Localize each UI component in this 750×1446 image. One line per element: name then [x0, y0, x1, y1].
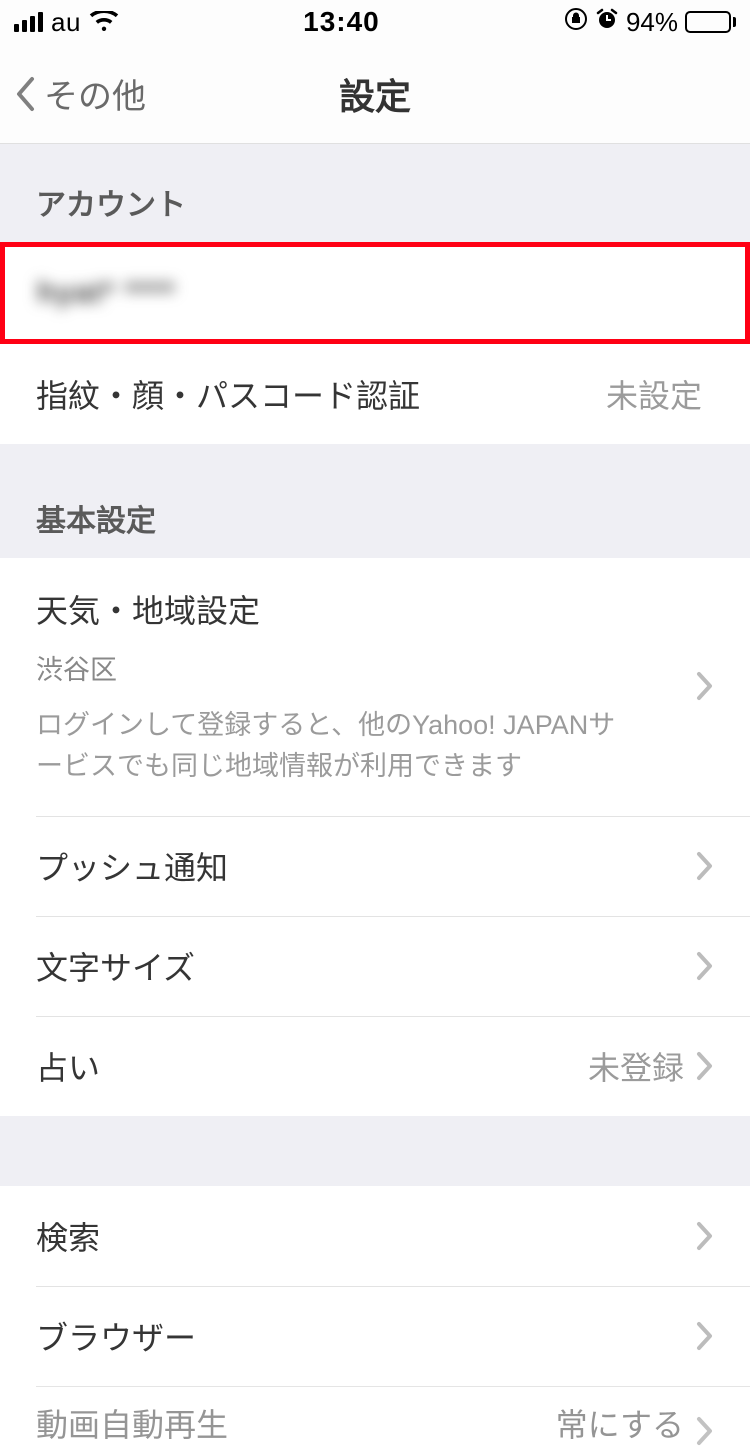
account-id-highlight: hyat* **** — [0, 242, 750, 344]
status-time: 13:40 — [303, 6, 380, 38]
battery-percent: 94% — [626, 7, 678, 38]
video-autoplay-value: 常にする — [556, 1400, 684, 1446]
battery-icon — [685, 11, 736, 33]
biometric-auth-row[interactable]: 指紋・顔・パスコード認証 未設定 — [0, 344, 750, 444]
back-button[interactable]: その他 — [0, 69, 146, 118]
chevron-right-icon — [696, 1416, 714, 1446]
weather-region-row[interactable]: 天気・地域設定 渋谷区 ログインして登録すると、他のYahoo! JAPANサー… — [0, 558, 750, 816]
chevron-right-icon — [696, 1221, 714, 1251]
carrier-label: au — [51, 7, 81, 38]
nav-header: その他 設定 — [0, 44, 750, 144]
fortune-label: 占い — [36, 1043, 588, 1089]
push-notification-label: プッシュ通知 — [36, 843, 696, 889]
signal-icon — [14, 12, 43, 32]
wifi-icon — [89, 11, 119, 33]
chevron-right-icon — [696, 671, 714, 701]
weather-region-label: 天気・地域設定 — [36, 586, 696, 632]
status-left: au — [14, 7, 119, 38]
account-id-value: hyat* **** — [37, 276, 175, 310]
weather-region-value: 渋谷区 — [36, 648, 696, 687]
chevron-right-icon — [696, 1051, 714, 1081]
section-header-basic: 基本設定 — [0, 444, 750, 558]
section-header-account: アカウント — [0, 144, 750, 242]
fortune-value: 未登録 — [588, 1043, 684, 1089]
font-size-label: 文字サイズ — [36, 943, 696, 989]
chevron-right-icon — [696, 851, 714, 881]
back-label: その他 — [44, 69, 146, 118]
orientation-lock-icon — [564, 7, 588, 38]
search-label: 検索 — [36, 1213, 696, 1259]
video-autoplay-row[interactable]: 動画自動再生 常にする — [0, 1386, 750, 1446]
search-row[interactable]: 検索 — [0, 1186, 750, 1286]
browser-label: ブラウザー — [36, 1313, 696, 1359]
biometric-auth-label: 指紋・顔・パスコード認証 — [36, 371, 606, 417]
chevron-right-icon — [696, 1321, 714, 1351]
push-notification-row[interactable]: プッシュ通知 — [0, 816, 750, 916]
chevron-right-icon — [696, 951, 714, 981]
alarm-icon — [595, 7, 619, 38]
account-id-row[interactable]: hyat* **** — [5, 247, 745, 339]
status-bar: au 13:40 94% — [0, 0, 750, 44]
browser-row[interactable]: ブラウザー — [0, 1286, 750, 1386]
video-autoplay-label: 動画自動再生 — [36, 1400, 556, 1446]
status-right: 94% — [564, 7, 736, 38]
weather-region-hint: ログインして登録すると、他のYahoo! JAPANサービスでも同じ地域情報が利… — [36, 705, 616, 786]
biometric-auth-value: 未設定 — [606, 371, 702, 417]
fortune-row[interactable]: 占い 未登録 — [0, 1016, 750, 1116]
font-size-row[interactable]: 文字サイズ — [0, 916, 750, 1016]
chevron-left-icon — [14, 76, 36, 112]
section-gap — [0, 1116, 750, 1186]
